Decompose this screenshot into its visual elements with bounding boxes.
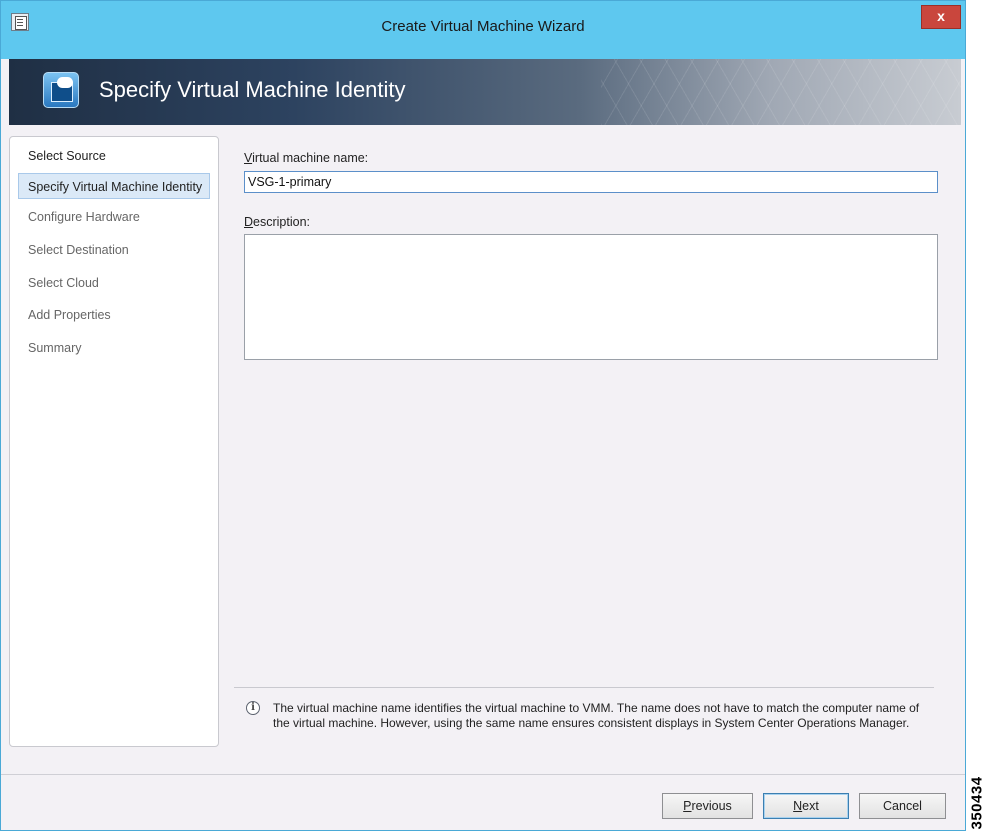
wizard-steps-nav: Select Source Specify Virtual Machine Id… [9, 136, 219, 747]
step-select-cloud: Select Cloud [28, 276, 99, 290]
window-title: Create Virtual Machine Wizard [381, 18, 585, 35]
page-banner: Specify Virtual Machine Identity [9, 59, 961, 125]
previous-label: revious [691, 799, 732, 813]
footer-divider [1, 774, 965, 775]
step-select-destination: Select Destination [28, 243, 129, 257]
banner-pattern [601, 59, 961, 125]
previous-button[interactable]: Previous [662, 793, 753, 819]
info-icon: i [246, 701, 260, 715]
next-label: ext [802, 799, 819, 813]
cancel-button[interactable]: Cancel [859, 793, 946, 819]
page-title: Specify Virtual Machine Identity [99, 77, 406, 102]
step-select-source[interactable]: Select Source [18, 143, 210, 169]
vm-name-label-text: irtual machine name: [252, 151, 369, 165]
info-message: The virtual machine name identifies the … [273, 701, 920, 730]
info-divider [234, 687, 934, 688]
next-accel: N [793, 799, 803, 813]
figure-id: 350434 [968, 758, 983, 831]
wizard-window: Create Virtual Machine Wizard x Specify … [0, 0, 966, 831]
description-textarea[interactable] [244, 234, 938, 360]
figure-id-text: 350434 [968, 776, 983, 830]
vm-name-label: Virtual machine name: [244, 151, 368, 165]
next-button[interactable]: Next [763, 793, 849, 819]
step-summary: Summary [28, 341, 82, 355]
vm-name-accel: V [244, 151, 253, 165]
step-add-properties: Add Properties [28, 308, 111, 322]
description-label: Description: [244, 215, 310, 229]
description-accel: D [244, 215, 254, 229]
vm-name-input[interactable] [244, 171, 938, 193]
close-button[interactable]: x [921, 5, 961, 29]
title-bar[interactable]: Create Virtual Machine Wizard x [1, 1, 965, 59]
description-label-text: escription: [253, 215, 311, 229]
vm-cloud-icon [43, 72, 79, 108]
step-specify-vm-identity[interactable]: Specify Virtual Machine Identity [18, 173, 210, 199]
step-configure-hardware: Configure Hardware [28, 210, 140, 224]
previous-accel: P [683, 799, 692, 813]
